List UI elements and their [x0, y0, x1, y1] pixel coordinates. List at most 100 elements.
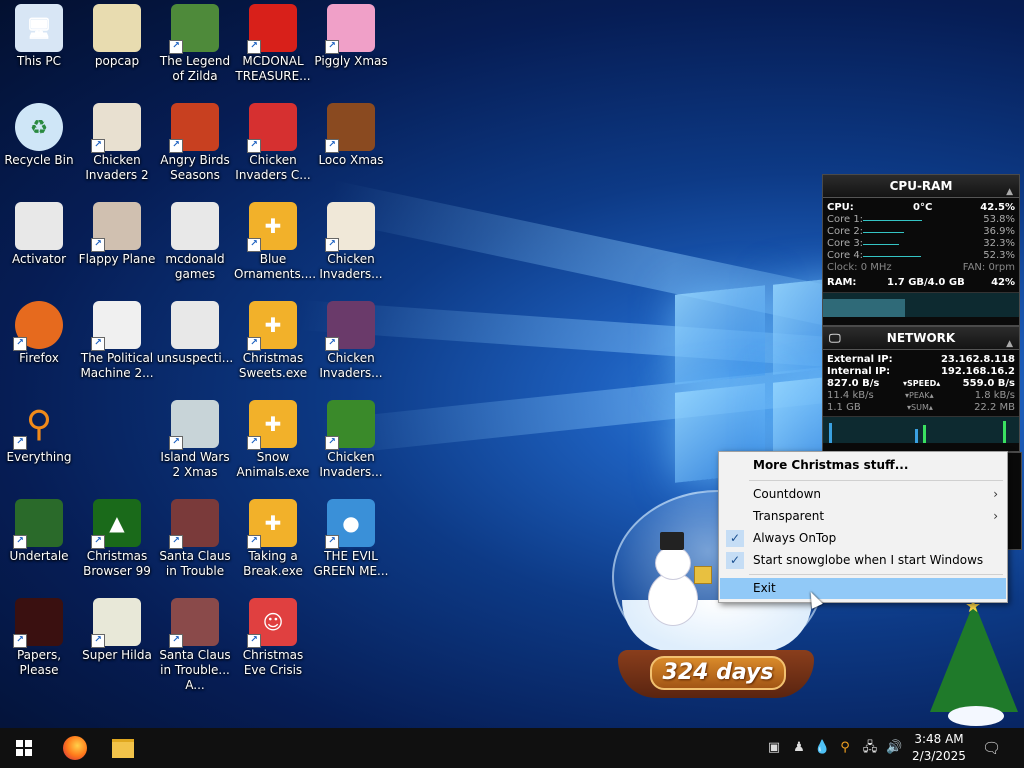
desktop-icon[interactable]: ↗ Chicken Invaders C...	[234, 103, 312, 183]
network-header[interactable]: 🖵 NETWORK ▲	[823, 327, 1019, 350]
tray-people-icon[interactable]: ♟	[791, 740, 807, 756]
ram-graph	[823, 292, 1019, 317]
desktop-icon[interactable]: ↗ The Legend of Zilda	[156, 4, 234, 84]
shortcut-arrow-icon: ↗	[13, 436, 27, 450]
desktop-icon[interactable]: ↗ The Political Machine 2...	[78, 301, 156, 381]
desktop-icon-label: unsuspecti...	[156, 351, 234, 365]
desktop-icon-label: Papers, Please	[16, 648, 62, 677]
windows-icon	[16, 740, 32, 756]
desktop-icon[interactable]: ✚ ↗ Snow Animals.exe	[234, 400, 312, 480]
folder-icon	[112, 738, 134, 758]
game-icon: ↗	[247, 103, 297, 153]
desktop-icon[interactable]: ↗ Santa Claus in Trouble	[156, 499, 234, 579]
desktop-icon-label: Taking a Break.exe	[243, 549, 303, 578]
desktop-icon[interactable]: ☺ ↗ Christmas Eve Crisis	[234, 598, 312, 678]
game-icon: ↗	[325, 202, 375, 252]
shortcut-arrow-icon: ↗	[325, 139, 339, 153]
network-tray-icon[interactable]: 🖧	[862, 740, 878, 756]
desktop-icon[interactable]: ↗ MCDONAL TREASURE...	[234, 4, 312, 84]
christmas-tree	[930, 602, 1018, 712]
taskbar: ▣ ♟ 💧 ⚲ 🖧 🔊 3:48 AM 2/3/2025 🗨	[0, 728, 1024, 768]
network-widget[interactable]: 🖵 NETWORK ▲ External IP: 23.162.8.118 In…	[822, 326, 1020, 452]
core-bar	[863, 256, 921, 257]
firefox-icon	[63, 736, 87, 760]
shortcut-arrow-icon: ↗	[247, 634, 261, 648]
desktop-icon-label: Christmas Sweets.exe	[238, 351, 308, 380]
menu-item-always-ontop[interactable]: ✓ Always OnTop	[720, 528, 1006, 549]
desktop-icon[interactable]: ● ↗ THE EVIL GREEN ME...	[312, 499, 390, 579]
desktop-icon[interactable]: ↗ Chicken Invaders...	[312, 400, 390, 480]
desktop-icon[interactable]: Activator	[0, 202, 78, 267]
desktop-icon[interactable]: ↗ Undertale	[0, 499, 78, 564]
shortcut-arrow-icon: ↗	[325, 238, 339, 252]
notification-icon[interactable]: 🗨	[982, 740, 1001, 756]
start-button[interactable]	[0, 728, 48, 768]
desktop-icon[interactable]: ↗ Super Hilda	[78, 598, 156, 663]
volume-icon[interactable]: 🔊	[886, 740, 902, 756]
desktop-icon[interactable]: ↗ Chicken Invaders...	[312, 301, 390, 381]
taskbar-firefox[interactable]	[54, 728, 96, 768]
desktop-icon[interactable]: ✚ ↗ Taking a Break.exe	[234, 499, 312, 579]
desktop-icon[interactable]: ↗ Flappy Plane	[78, 202, 156, 267]
tray-app-icon[interactable]: ▣	[766, 740, 782, 756]
desktop-icon-label: Everything	[6, 450, 72, 464]
desktop-icon[interactable]: mcdonald games	[156, 202, 234, 282]
checkmark-icon: ✓	[726, 552, 744, 569]
desktop-icon[interactable]: ⚲ ↗ Everything	[0, 400, 78, 465]
desktop-icon[interactable]: ↗ Piggly Xmas	[312, 4, 390, 69]
game-icon: ↗	[13, 598, 63, 648]
tray-drop-icon[interactable]: 💧	[814, 740, 830, 756]
desktop-icon[interactable]: ♻ Recycle Bin	[0, 103, 78, 168]
desktop-icon[interactable]: ▲ ↗ Christmas Browser 99	[78, 499, 156, 579]
desktop-icon[interactable]: ✚ ↗ Christmas Sweets.exe	[234, 301, 312, 381]
collapse-icon[interactable]: ▲	[1006, 181, 1013, 203]
cpu-ram-header[interactable]: CPU-RAM ▲	[823, 175, 1019, 198]
tray-search-icon[interactable]: ⚲	[837, 740, 853, 756]
tree-snow	[948, 706, 1004, 726]
search-icon: ⚲ ↗	[13, 400, 63, 450]
desktop-icon[interactable]: popcap	[78, 4, 156, 69]
shortcut-arrow-icon: ↗	[13, 634, 27, 648]
desktop-icon-label: Chicken Invaders...	[319, 351, 383, 380]
desktop-icon[interactable]: ↗ Angry Birds Seasons	[156, 103, 234, 183]
monitor-icon: 🖵	[829, 331, 841, 345]
desktop-icon[interactable]: ↗ Loco Xmas	[312, 103, 390, 168]
snowman-head	[655, 546, 691, 580]
internal-ip-row: Internal IP: 192.168.16.2	[827, 366, 1015, 377]
menu-separator	[749, 574, 1003, 575]
desktop-icon-label: Flappy Plane	[78, 252, 156, 266]
menu-item-exit[interactable]: Exit	[720, 578, 1006, 599]
desktop-icon[interactable]: 🖥 This PC	[0, 4, 78, 69]
desktop-icon-label: The Political Machine 2...	[80, 351, 154, 380]
firefox-icon: ↗	[13, 301, 63, 351]
menu-separator	[749, 480, 1003, 481]
shortcut-arrow-icon: ↗	[169, 436, 183, 450]
desktop-icon[interactable]: ✚ ↗ Blue Ornaments....	[234, 202, 316, 282]
menu-item-countdown[interactable]: Countdown ›	[720, 484, 1006, 505]
game-icon: ↗	[91, 103, 141, 153]
messenger-icon: ● ↗	[325, 499, 375, 549]
menu-item-transparent[interactable]: Transparent ›	[720, 506, 1006, 527]
menu-item-more-christmas[interactable]: More Christmas stuff...	[720, 455, 1006, 476]
puzzle-icon: ✚ ↗	[247, 499, 297, 549]
desktop-icon-label: Island Wars 2 Xmas	[160, 450, 230, 479]
desktop-icon[interactable]: ↗ Firefox	[0, 301, 78, 366]
taskbar-file-explorer[interactable]	[102, 728, 144, 768]
cpu-ram-widget[interactable]: CPU-RAM ▲ CPU: 0°C 42.5% Core 1: 53.8% Cor…	[822, 174, 1020, 326]
collapse-icon[interactable]: ▲	[1006, 333, 1013, 355]
desktop-icon-label: Super Hilda	[82, 648, 152, 662]
shortcut-arrow-icon: ↗	[91, 139, 105, 153]
game-icon: ↗	[169, 103, 219, 153]
desktop-icon[interactable]: ↗ Chicken Invaders 2	[78, 103, 156, 183]
cpu-row: CPU: 0°C 42.5%	[827, 202, 1015, 213]
desktop-icon-label: THE EVIL GREEN ME...	[313, 549, 389, 578]
clock-time: 3:48 AM	[914, 732, 964, 746]
desktop-icon[interactable]: ↗ Papers, Please	[0, 598, 78, 678]
desktop-icon[interactable]: unsuspecti...	[156, 301, 234, 366]
desktop-icon[interactable]: ↗ Island Wars 2 Xmas	[156, 400, 234, 480]
desktop-icon[interactable]: ↗ Chicken Invaders...	[312, 202, 390, 282]
system-clock[interactable]: 3:48 AM 2/3/2025	[904, 731, 974, 765]
desktop-icon[interactable]: ↗ Santa Claus in Trouble... A...	[156, 598, 234, 693]
days-countdown: 324 days	[650, 656, 786, 690]
menu-item-start-with-windows[interactable]: ✓ Start snowglobe when I start Windows	[720, 550, 1006, 571]
